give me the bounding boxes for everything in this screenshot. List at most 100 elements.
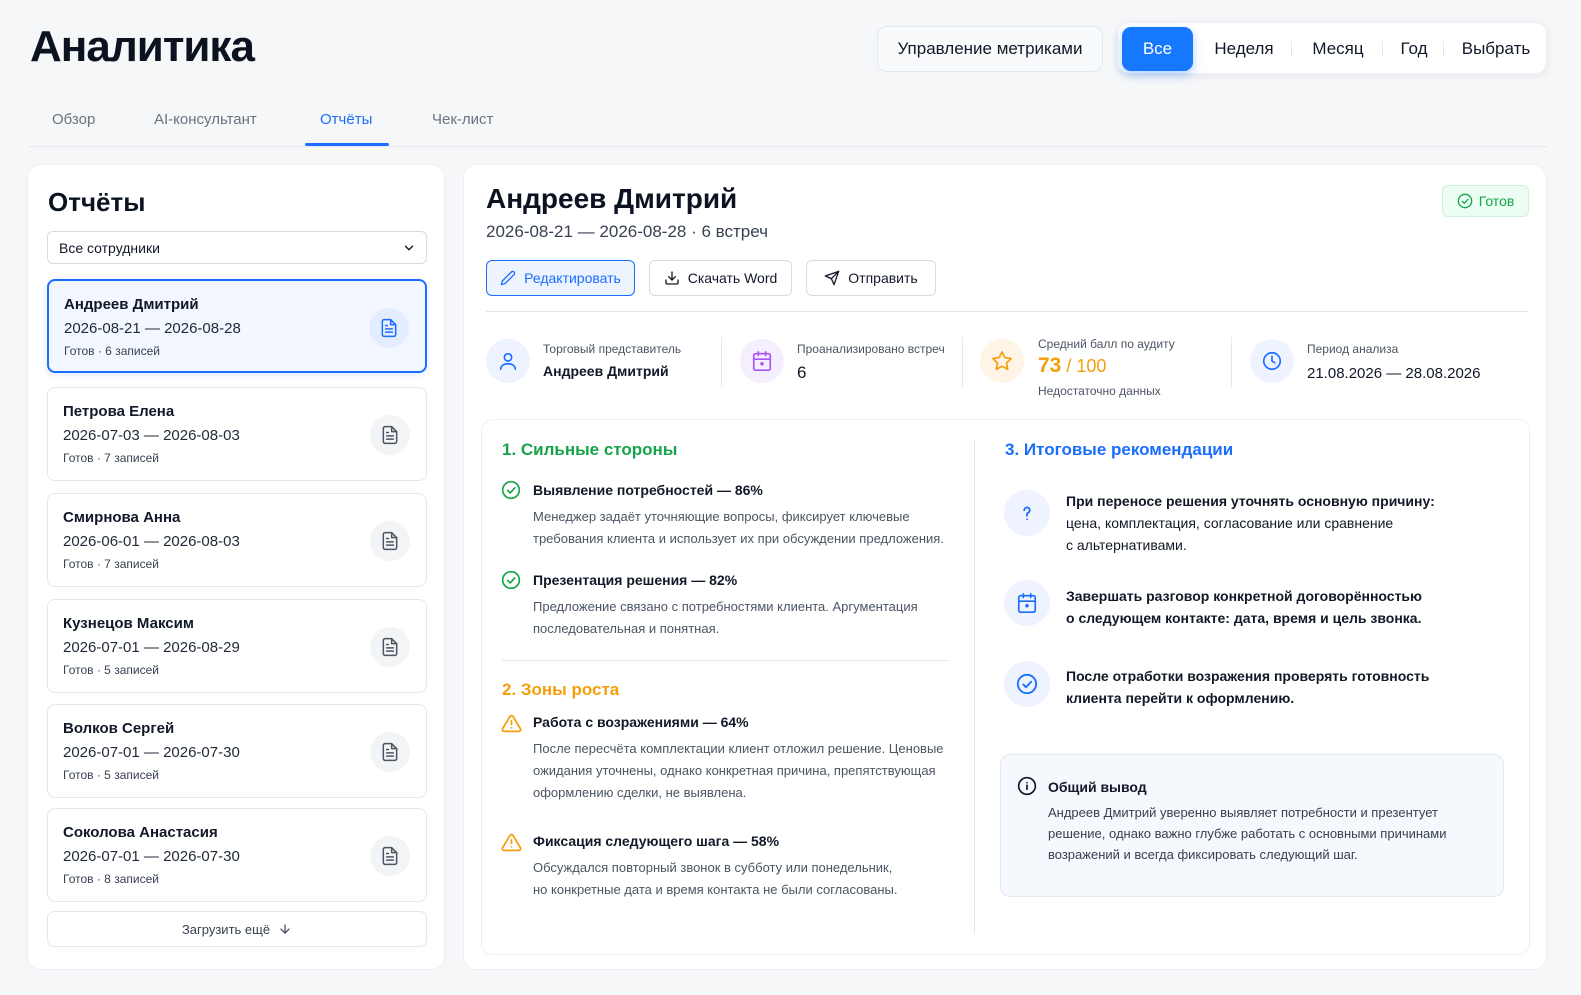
info-icon <box>1017 776 1037 796</box>
strengths-title: 1. Сильные стороны <box>502 440 678 459</box>
meetings-value: 6 <box>797 363 807 382</box>
recommendation-line: При переносе решения уточнять основную п… <box>1066 493 1435 509</box>
period-label: Период анализа <box>1307 342 1399 356</box>
arrow-down-icon <box>280 924 290 934</box>
meetings-label: Проанализировано встреч <box>797 342 945 356</box>
recommendation-line: Завершать разговор конкретной договорённ… <box>1066 588 1422 604</box>
check-circle-icon <box>501 480 521 500</box>
growth-title: 2. Зоны роста <box>502 680 620 699</box>
edit-button-label: Редактировать <box>524 270 621 286</box>
status-badge-label: Готов <box>1478 193 1515 209</box>
employee-name: Андреев Дмитрий <box>486 183 738 214</box>
download-icon <box>665 271 679 285</box>
clock-icon <box>1250 339 1294 383</box>
report-item-dates: 2026-07-01 — 2026-07-30 <box>63 848 240 865</box>
period-week-button[interactable]: Неделя <box>1200 27 1288 71</box>
download-word-button[interactable]: Скачать Word <box>649 260 792 296</box>
page-title: Аналитика <box>30 22 255 71</box>
chevron-down-icon <box>404 245 414 251</box>
calendar-icon <box>740 339 784 383</box>
growth-item-text-line: После пересчёта комплектации клиент отло… <box>533 741 944 756</box>
report-item-name: Волков Сергей <box>63 720 175 737</box>
period-separator <box>1382 41 1383 57</box>
recommendation-item: Завершать разговор конкретной договорённ… <box>1066 585 1422 629</box>
divider <box>486 311 1529 312</box>
score-max: / 100 <box>1066 356 1107 376</box>
period-separator <box>1291 41 1292 57</box>
stat-separator <box>721 337 722 387</box>
report-item-status: Готов · 8 записей <box>63 872 159 886</box>
growth-item-text-line: ожидания уточнены, однако конкретная при… <box>533 763 936 778</box>
report-item[interactable]: Соколова Анастасия 2026-07-01 — 2026-07-… <box>47 808 427 902</box>
growth-item-title: Работа с возражениями — 64% <box>533 714 749 730</box>
document-icon <box>370 415 410 455</box>
recommendation-line: цена, комплектация, согласование или сра… <box>1066 515 1394 531</box>
warning-icon <box>501 833 522 852</box>
tab-reports[interactable]: Отчёты <box>320 111 372 128</box>
load-more-label: Загрузить ещё <box>181 921 271 937</box>
report-item-status: Готов · 5 записей <box>63 663 159 677</box>
recommendations-title: 3. Итоговые рекомендации <box>1005 440 1234 459</box>
report-item[interactable]: Андреев Дмитрий 2026-08-21 — 2026-08-28 … <box>47 279 427 373</box>
growth-item-title: Фиксация следующего шага — 58% <box>533 833 780 849</box>
conclusion-line: решение, однако важно глубже работать с … <box>1048 826 1447 841</box>
strength-item-text-line: последовательная и понятная. <box>533 621 720 636</box>
report-item[interactable]: Кузнецов Максим 2026-07-01 — 2026-08-29 … <box>47 599 427 693</box>
report-item[interactable]: Петрова Елена 2026-07-03 — 2026-08-03 Го… <box>47 387 427 481</box>
question-icon <box>1004 490 1050 536</box>
report-item-name: Петрова Елена <box>63 403 175 420</box>
send-button-label: Отправить <box>848 270 918 286</box>
report-item-dates: 2026-07-01 — 2026-07-30 <box>63 744 240 761</box>
report-item-name: Андреев Дмитрий <box>64 296 199 313</box>
download-word-label: Скачать Word <box>687 270 778 286</box>
period-custom-button[interactable]: Выбрать <box>1448 27 1544 71</box>
active-tab-indicator <box>305 143 389 146</box>
user-icon <box>486 339 530 383</box>
period-year-button[interactable]: Год <box>1386 27 1442 71</box>
strength-item-title: Выявление потребностей — 86% <box>533 482 763 498</box>
pencil-icon <box>500 270 516 286</box>
calendar-icon <box>1004 580 1050 626</box>
tab-checklist[interactable]: Чек-лист <box>432 111 493 128</box>
tab-ai-consultant[interactable]: AI-консультант <box>154 111 257 128</box>
period-value: 21.08.2026 — 28.08.2026 <box>1307 365 1481 382</box>
recommendation-line: с альтернативами. <box>1066 537 1187 553</box>
status-badge: Готов <box>1442 185 1529 217</box>
recommendation-line: После отработки возражения проверять гот… <box>1066 668 1430 684</box>
report-item-dates: 2026-06-01 — 2026-08-03 <box>63 533 240 550</box>
period-month-button[interactable]: Месяц <box>1294 27 1382 71</box>
report-item-status: Готов · 6 записей <box>64 344 160 358</box>
strength-item-text-line: Менеджер задаёт уточняющие вопросы, фикс… <box>533 509 910 524</box>
employee-filter-select[interactable]: Все сотрудники <box>47 231 427 264</box>
report-item[interactable]: Смирнова Анна 2026-06-01 — 2026-08-03 Го… <box>47 493 427 587</box>
report-item-dates: 2026-07-01 — 2026-08-29 <box>63 639 240 656</box>
recommendation-item: После отработки возражения проверять гот… <box>1066 665 1429 709</box>
report-item-name: Соколова Анастасия <box>63 824 218 841</box>
edit-button[interactable]: Редактировать <box>486 260 635 296</box>
analysis-section: 1. Сильные стороны Выявление потребносте… <box>481 419 1530 955</box>
document-icon <box>370 836 410 876</box>
report-item[interactable]: Волков Сергей 2026-07-01 — 2026-07-30 Го… <box>47 704 427 798</box>
score-display: 73 / 100 <box>1038 354 1106 378</box>
employee-filter-value: Все сотрудники <box>59 239 160 256</box>
period-separator <box>1443 41 1444 57</box>
period-all-button[interactable]: Все <box>1122 27 1193 71</box>
report-subtitle: 2026-08-21 — 2026-08-28 · 6 встреч <box>486 222 768 241</box>
tab-overview[interactable]: Обзор <box>52 111 95 128</box>
manage-metrics-button[interactable]: Управление метриками <box>877 26 1103 72</box>
report-detail-panel: Андреев Дмитрий 2026-08-21 — 2026-08-28 … <box>463 164 1547 970</box>
conclusion-line: возражений и всегда фиксировать следующи… <box>1048 847 1358 862</box>
rep-value: Андреев Дмитрий <box>543 363 669 379</box>
conclusion-box: Общий вывод Андреев Дмитрий уверенно выя… <box>1000 754 1504 897</box>
column-separator <box>974 440 975 934</box>
score-label: Средний балл по аудиту <box>1038 337 1175 351</box>
report-item-status: Готов · 5 записей <box>63 768 159 782</box>
period-filter: Все Неделя Месяц Год Выбрать <box>1117 22 1547 74</box>
report-item-status: Готов · 7 записей <box>63 557 159 571</box>
conclusion-line: Андреев Дмитрий уверенно выявляет потреб… <box>1048 805 1438 820</box>
document-icon <box>369 308 409 348</box>
load-more-button[interactable]: Загрузить ещё <box>47 911 427 947</box>
score-note: Недостаточно данных <box>1038 384 1161 398</box>
report-item-status: Готов · 7 записей <box>63 451 159 465</box>
send-button[interactable]: Отправить <box>806 260 936 296</box>
